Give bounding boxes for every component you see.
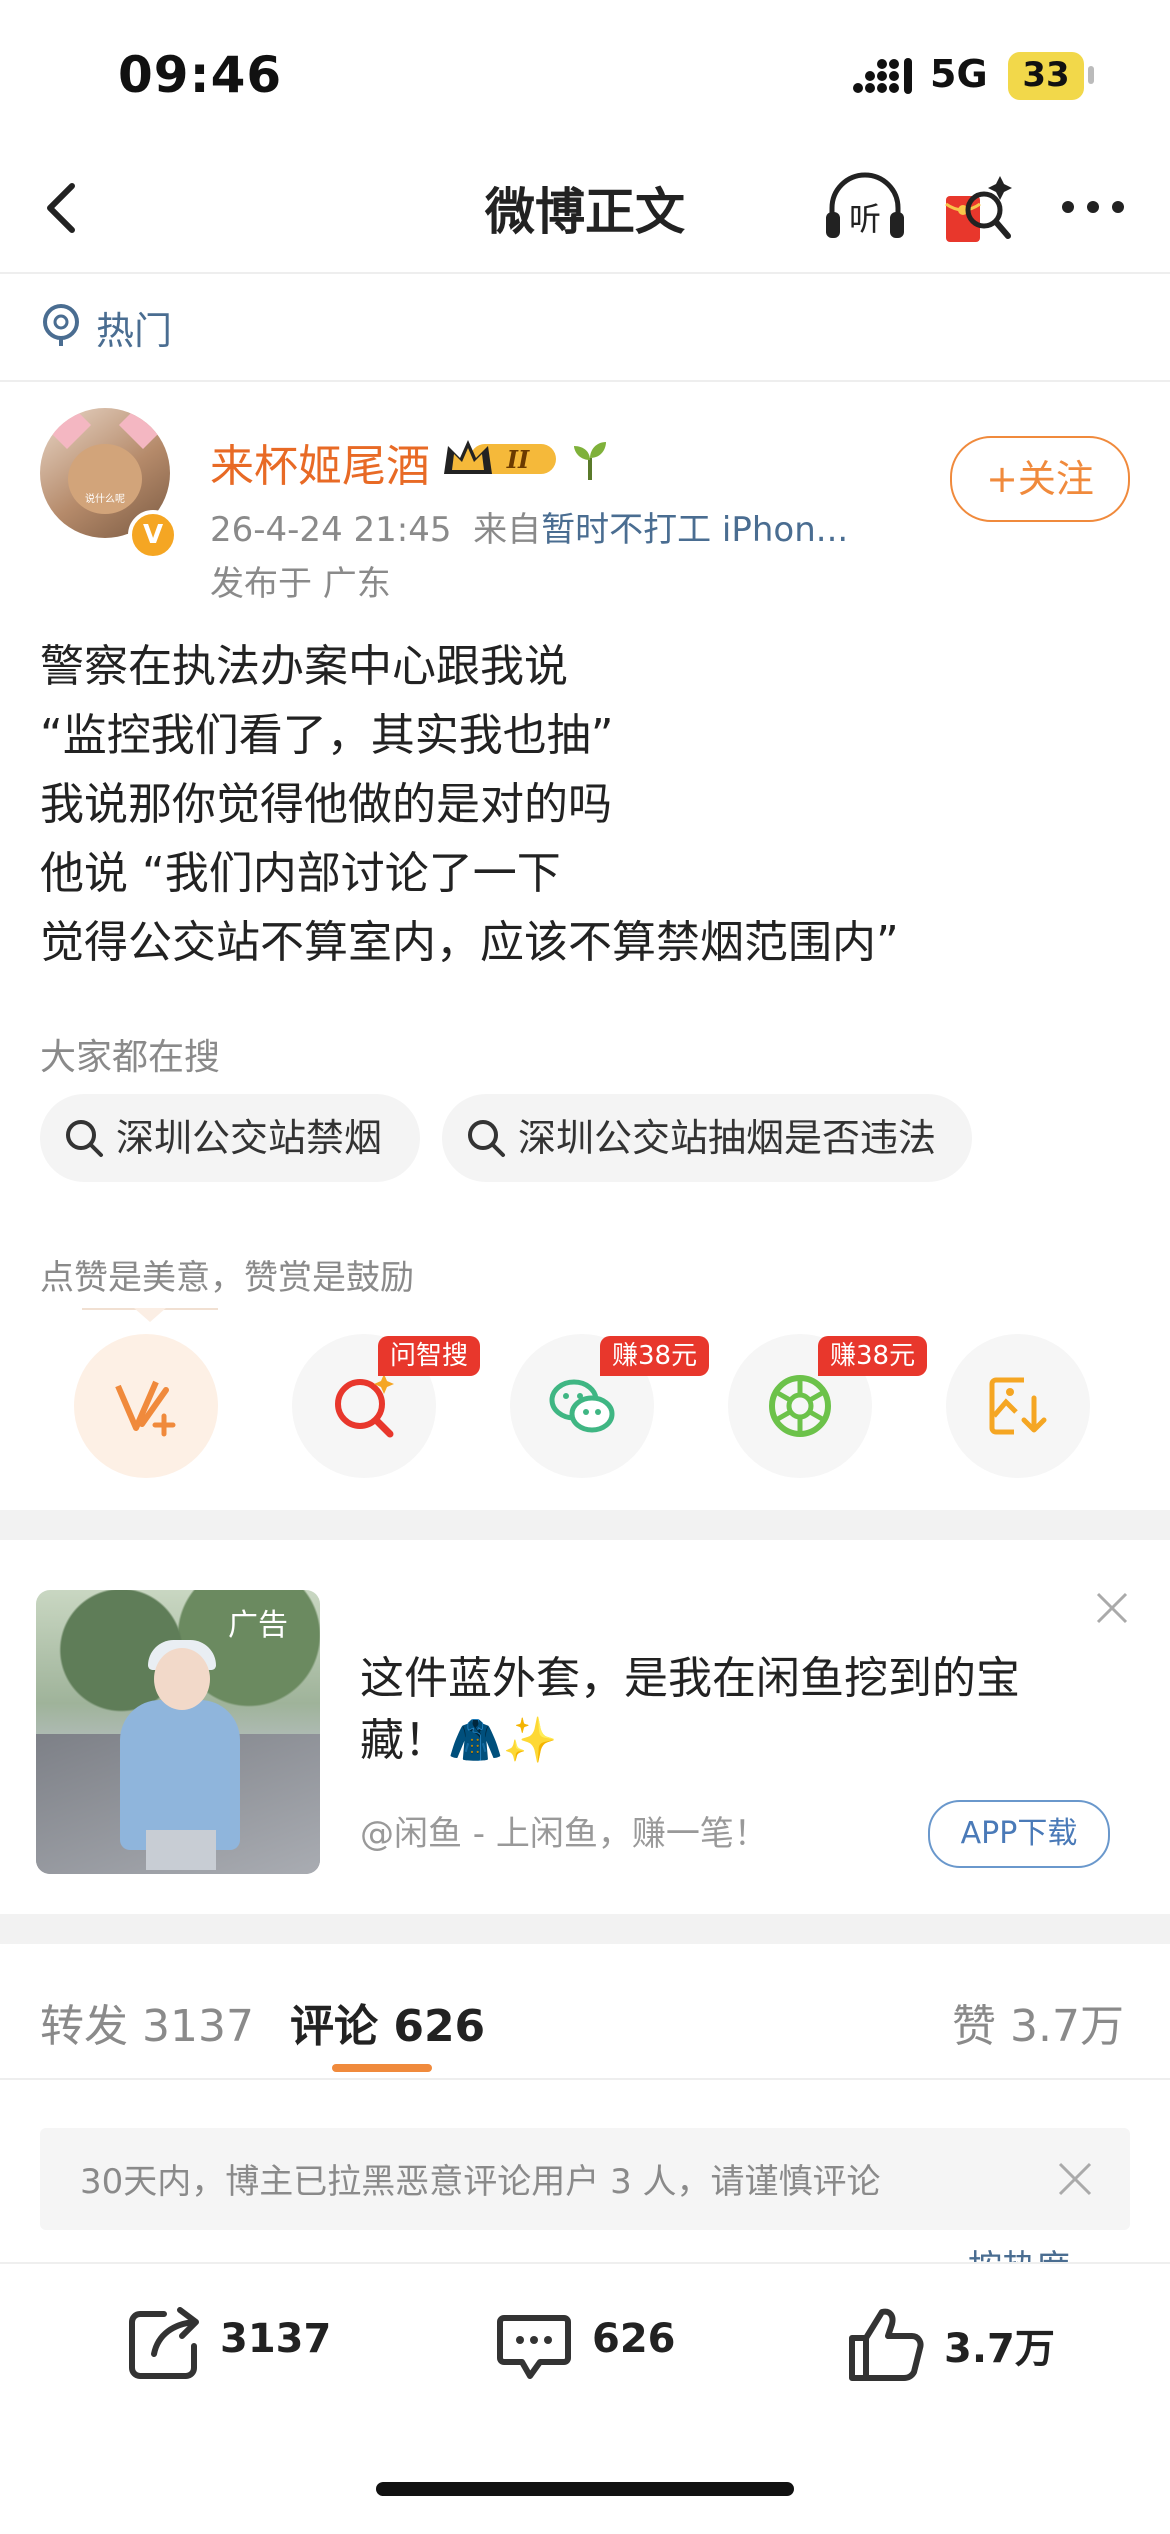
close-icon[interactable]: [1056, 2160, 1094, 2198]
network-label: 5G: [930, 52, 988, 96]
search-section-title: 大家都在搜: [40, 1037, 221, 1078]
post-line: “监控我们看了，其实我也抽”: [40, 710, 614, 761]
section-gap: [0, 1510, 1170, 1540]
sort-toggle[interactable]: 按热度: [968, 2248, 1128, 2262]
post-source[interactable]: 暂时不打工 iPhon...: [541, 510, 848, 550]
follow-button[interactable]: +关注: [950, 436, 1130, 522]
post-location: 发布于 广东: [210, 564, 391, 604]
signal-icon: [853, 58, 912, 94]
status-time: 09:46: [118, 46, 283, 104]
home-indicator: [376, 2482, 794, 2496]
crown-rank-icon: II: [444, 440, 556, 474]
author-name[interactable]: 来杯姬尾酒: [210, 430, 430, 494]
reward-button[interactable]: [74, 1334, 218, 1478]
post-time: 26-4-24 21:45: [210, 510, 452, 550]
tab-like-label: 赞: [952, 2001, 996, 2052]
like-icon[interactable]: [846, 2304, 926, 2384]
comment-notice: 30天内，博主已拉黑恶意评论用户 3 人，请谨慎评论: [40, 2128, 1130, 2230]
smart-search-tag: 问智搜: [378, 1336, 481, 1376]
battery-tip: [1088, 66, 1094, 84]
share-count[interactable]: 3137: [220, 2316, 331, 2362]
tab-repost-count: 3137: [142, 2001, 254, 2052]
tab-comment[interactable]: 评论 626: [290, 1990, 485, 2054]
tab-repost-label: 转发: [40, 2001, 128, 2052]
smart-search-icon: [335, 1374, 394, 1438]
svg-text:听: 听: [849, 200, 881, 238]
source-prefix: 来自: [473, 510, 542, 550]
tab-active-indicator: [332, 2064, 432, 2072]
search-chip[interactable]: 深圳公交站抽烟是否违法: [442, 1094, 972, 1182]
comment-icon[interactable]: [494, 2304, 574, 2384]
like-count[interactable]: 3.7万: [944, 2316, 1055, 2374]
ad-subtitle: @闲鱼 - 上闲鱼，赚一笔！: [360, 1814, 768, 1854]
reward-v-icon: [115, 1380, 176, 1437]
ad-badge: 广告: [228, 1608, 288, 1643]
post-line: 我说那你觉得他做的是对的吗: [40, 779, 612, 830]
share-icon[interactable]: [124, 2304, 204, 2384]
tabs-divider: [0, 2078, 1170, 2080]
close-icon[interactable]: [1094, 1590, 1130, 1626]
listen-icon[interactable]: 听: [822, 168, 908, 248]
post-meta: 26-4-24 21:45 来自暂时不打工 iPhon...: [210, 502, 848, 551]
save-image-button[interactable]: [946, 1334, 1090, 1478]
search-chip-label: 深圳公交站禁烟: [116, 1116, 383, 1160]
wechat-tag: 赚38元: [600, 1336, 710, 1376]
comment-notice-text: 30天内，博主已拉黑恶意评论用户 3 人，请谨慎评论: [80, 2162, 881, 2202]
wechat-icon: [549, 1379, 615, 1433]
post-line: 他说 “我们内部讨论了一下: [40, 848, 561, 899]
app-download-button[interactable]: APP下载: [928, 1800, 1110, 1868]
post-line: 觉得公交站不算室内，应该不算禁烟范围内”: [40, 917, 899, 968]
hot-icon: [43, 304, 79, 346]
tab-like-count: 3.7万: [1010, 2001, 1124, 2052]
comment-count[interactable]: 626: [592, 2316, 676, 2362]
save-image-icon: [989, 1377, 1047, 1435]
avatar-caption: 说什么呢: [85, 494, 125, 505]
post-line: 警察在执法办案中心跟我说: [40, 641, 568, 692]
hot-label[interactable]: 热门: [96, 300, 172, 355]
nav-divider: [0, 272, 1170, 274]
tab-comment-count: 626: [393, 2001, 486, 2052]
crown-rank: II: [506, 445, 530, 474]
hot-divider: [0, 380, 1170, 382]
moments-icon: [769, 1375, 831, 1437]
search-chip-label: 深圳公交站抽烟是否违法: [518, 1116, 937, 1160]
section-gap: [0, 1914, 1170, 1944]
more-icon[interactable]: [1058, 196, 1128, 218]
tab-like[interactable]: 赞 3.7万: [952, 1990, 1124, 2054]
note-pointer: [134, 1308, 166, 1322]
search-chip[interactable]: 深圳公交站禁烟: [40, 1094, 420, 1182]
verified-badge: V: [128, 510, 178, 560]
reward-note: 点赞是美意，赞赏是鼓励: [40, 1258, 414, 1298]
tab-repost[interactable]: 转发 3137: [40, 1990, 254, 2054]
red-packet-icon[interactable]: [940, 170, 1016, 250]
sort-toggle-label: 按热度: [968, 2248, 1070, 2262]
post-content: 警察在执法办案中心跟我说 “监控我们看了，其实我也抽” 我说那你觉得他做的是对的…: [40, 632, 1130, 977]
search-icon: [66, 1120, 103, 1157]
tab-comment-label: 评论: [290, 2001, 378, 2052]
sprout-icon: [574, 442, 606, 480]
search-icon: [468, 1120, 505, 1157]
battery-level: 33: [1022, 55, 1070, 95]
moments-tag: 赚38元: [818, 1336, 928, 1376]
ad-title[interactable]: 这件蓝外套，是我在闲鱼挖到的宝藏！🧥✨: [360, 1648, 1060, 1772]
battery-icon: 33: [1008, 52, 1084, 100]
